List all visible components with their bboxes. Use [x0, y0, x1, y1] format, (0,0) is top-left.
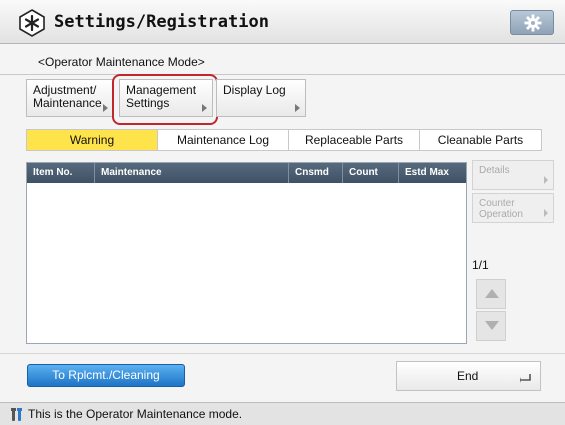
- counter-operation-button[interactable]: Counter Operation: [472, 193, 554, 223]
- tab-replaceable-parts[interactable]: Replaceable Parts: [289, 130, 420, 150]
- menu-adjustment-maintenance[interactable]: Adjustment/ Maintenance: [26, 79, 114, 117]
- maintenance-table: Item No. Maintenance Cnsmd Count Estd Ma…: [26, 162, 467, 344]
- page-title: Settings/Registration: [54, 12, 269, 32]
- counter-label-line2: Operation: [479, 209, 523, 220]
- details-button[interactable]: Details: [472, 160, 554, 190]
- tab-maintenance-log[interactable]: Maintenance Log: [158, 130, 289, 150]
- wrench-icon: [11, 408, 22, 421]
- tab-cleanable-parts[interactable]: Cleanable Parts: [420, 130, 541, 150]
- arrow-right-icon: [295, 104, 300, 112]
- header-bar: Settings/Registration: [0, 0, 565, 44]
- corner-arrow-icon: [520, 374, 531, 383]
- column-maintenance: Maintenance: [95, 163, 289, 183]
- details-label: Details: [479, 165, 510, 176]
- end-button[interactable]: End: [396, 361, 541, 391]
- arrow-up-icon: [485, 289, 499, 298]
- divider: [0, 74, 565, 75]
- status-message: This is the Operator Maintenance mode.: [28, 407, 243, 421]
- menu-label-line1: Display Log: [223, 83, 286, 97]
- menu-display-log[interactable]: Display Log: [216, 79, 306, 117]
- arrow-right-icon: [103, 104, 108, 112]
- column-count: Count: [343, 163, 399, 183]
- scroll-up-button[interactable]: [476, 279, 506, 309]
- column-item-no: Item No.: [27, 163, 95, 183]
- menu-label-line2: Maintenance: [33, 96, 102, 110]
- counter-label-line1: Counter: [479, 198, 515, 209]
- mode-subtitle: <Operator Maintenance Mode>: [38, 55, 205, 69]
- column-cnsmd: Cnsmd: [289, 163, 343, 183]
- table-header: Item No. Maintenance Cnsmd Count Estd Ma…: [27, 163, 466, 183]
- settings-gear-button[interactable]: [510, 10, 554, 35]
- arrow-down-icon: [485, 321, 499, 330]
- to-replacement-cleaning-button[interactable]: To Rplcmt./Cleaning: [27, 364, 185, 387]
- highlight-ring: [112, 74, 218, 125]
- arrow-right-icon: [544, 209, 548, 217]
- scroll-down-button[interactable]: [476, 311, 506, 341]
- page-indicator: 1/1: [472, 258, 489, 272]
- settings-registration-icon: [19, 9, 45, 37]
- tab-warning[interactable]: Warning: [27, 130, 158, 150]
- status-bar: This is the Operator Maintenance mode.: [0, 402, 565, 425]
- tab-bar: Warning Maintenance Log Replaceable Part…: [26, 129, 542, 151]
- gear-icon: [524, 14, 542, 32]
- column-estd-max: Estd Max: [405, 167, 449, 178]
- end-label: End: [457, 369, 479, 383]
- arrow-right-icon: [544, 176, 548, 184]
